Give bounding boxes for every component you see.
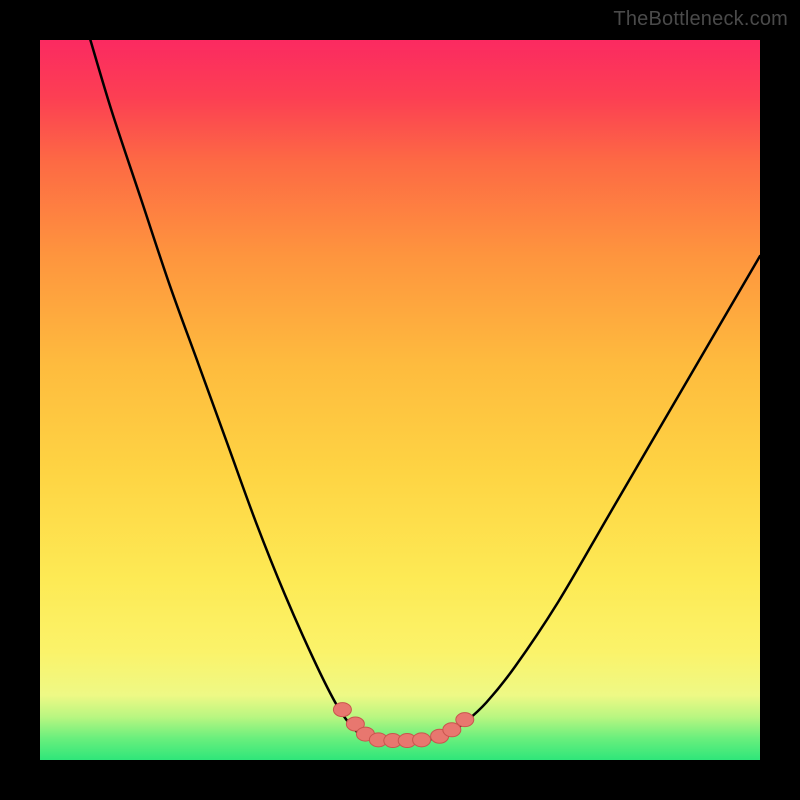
marker-valley-4 [413,733,431,747]
chart-markers [333,703,473,748]
chart-plot-area [40,40,760,760]
marker-left-upper [333,703,351,717]
series-curve-right [440,256,760,738]
chart-frame: TheBottleneck.com [0,0,800,800]
series-curve-left [90,40,367,738]
chart-svg [40,40,760,760]
chart-curves [90,40,760,741]
attribution-watermark: TheBottleneck.com [613,8,788,31]
marker-right-upper [456,713,474,727]
